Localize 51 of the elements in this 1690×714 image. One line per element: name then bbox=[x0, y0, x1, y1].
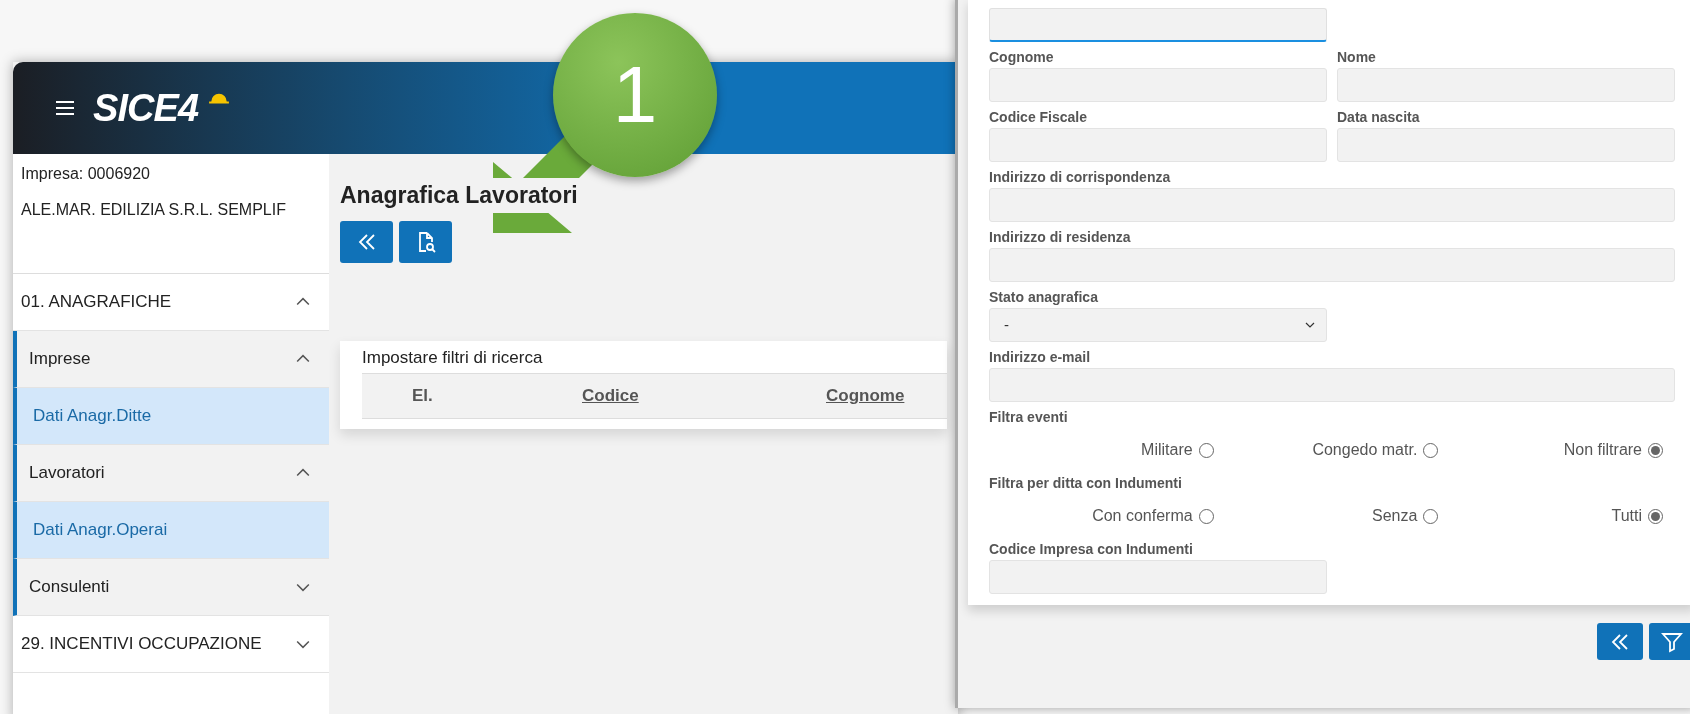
radio-button[interactable] bbox=[1423, 508, 1439, 524]
select-field[interactable]: - bbox=[989, 308, 1327, 342]
input-field[interactable] bbox=[989, 128, 1327, 162]
radio-option[interactable]: Tutti bbox=[1438, 504, 1663, 528]
menu-item[interactable]: Dati Anagr.Operai bbox=[13, 502, 329, 559]
field-label: Filtra per ditta con Indumenti bbox=[989, 474, 1183, 492]
field-label: Data nascita bbox=[1337, 108, 1421, 126]
input-field[interactable] bbox=[989, 560, 1327, 594]
menu-section[interactable]: Imprese bbox=[13, 331, 329, 388]
field-label: Indirizzo e-mail bbox=[989, 348, 1092, 366]
radio-option[interactable]: Non filtrare bbox=[1438, 438, 1663, 462]
results-caption: Impostare filtri di ricerca bbox=[362, 346, 544, 369]
radio-button[interactable] bbox=[1648, 442, 1663, 458]
field-label: Indirizzo di residenza bbox=[989, 228, 1132, 246]
radio-button[interactable] bbox=[1198, 442, 1214, 458]
company-name: ALE.MAR. EDILIZIA S.R.L. SEMPLIF bbox=[21, 200, 287, 220]
input-field[interactable] bbox=[989, 188, 1675, 222]
column-header: El. bbox=[412, 386, 433, 406]
field-label: Stato anagrafica bbox=[989, 288, 1099, 306]
field-label: Codice Impresa con Indumenti bbox=[989, 540, 1194, 558]
column-sort-link[interactable]: Codice bbox=[582, 386, 639, 406]
radio-button[interactable] bbox=[1423, 442, 1439, 458]
input-field[interactable] bbox=[989, 248, 1675, 282]
radio-option[interactable]: Congedo matr. bbox=[1213, 438, 1439, 462]
menu-section[interactable]: Consulenti bbox=[13, 559, 329, 616]
back-button[interactable] bbox=[340, 220, 393, 263]
column-sort-link[interactable]: Cognome bbox=[826, 386, 905, 406]
page-title: Anagrafica Lavoratori bbox=[340, 178, 582, 213]
step-number-badge: 1 bbox=[553, 13, 717, 177]
app-logo: SICE4 bbox=[93, 85, 199, 131]
field-label: Cognome bbox=[989, 48, 1055, 66]
field-label: Nome bbox=[1337, 48, 1377, 66]
field-label: Codice Fiscale bbox=[989, 108, 1089, 126]
field-label: Indirizzo di corrispondenza bbox=[989, 168, 1172, 186]
input-field[interactable] bbox=[1337, 128, 1675, 162]
radio-option[interactable]: Con conferma bbox=[989, 504, 1214, 528]
input-field[interactable] bbox=[1337, 68, 1675, 102]
back-button[interactable] bbox=[1597, 623, 1643, 660]
field-label: Filtra eventi bbox=[989, 408, 1069, 426]
filter-button[interactable] bbox=[1649, 623, 1690, 660]
input-field[interactable] bbox=[989, 368, 1675, 402]
radio-option[interactable]: Senza bbox=[1213, 504, 1439, 528]
menu-item[interactable]: Dati Anagr.Ditte bbox=[13, 388, 329, 445]
company-code: Impresa: 0006920 bbox=[21, 164, 151, 184]
menu-section[interactable]: Lavoratori bbox=[13, 445, 329, 502]
radio-option[interactable]: Militare bbox=[989, 438, 1214, 462]
radio-button[interactable] bbox=[1198, 508, 1214, 524]
radio-button[interactable] bbox=[1648, 508, 1663, 524]
input-field[interactable] bbox=[989, 68, 1327, 102]
input-field[interactable] bbox=[989, 8, 1327, 42]
search-button[interactable] bbox=[399, 220, 452, 263]
